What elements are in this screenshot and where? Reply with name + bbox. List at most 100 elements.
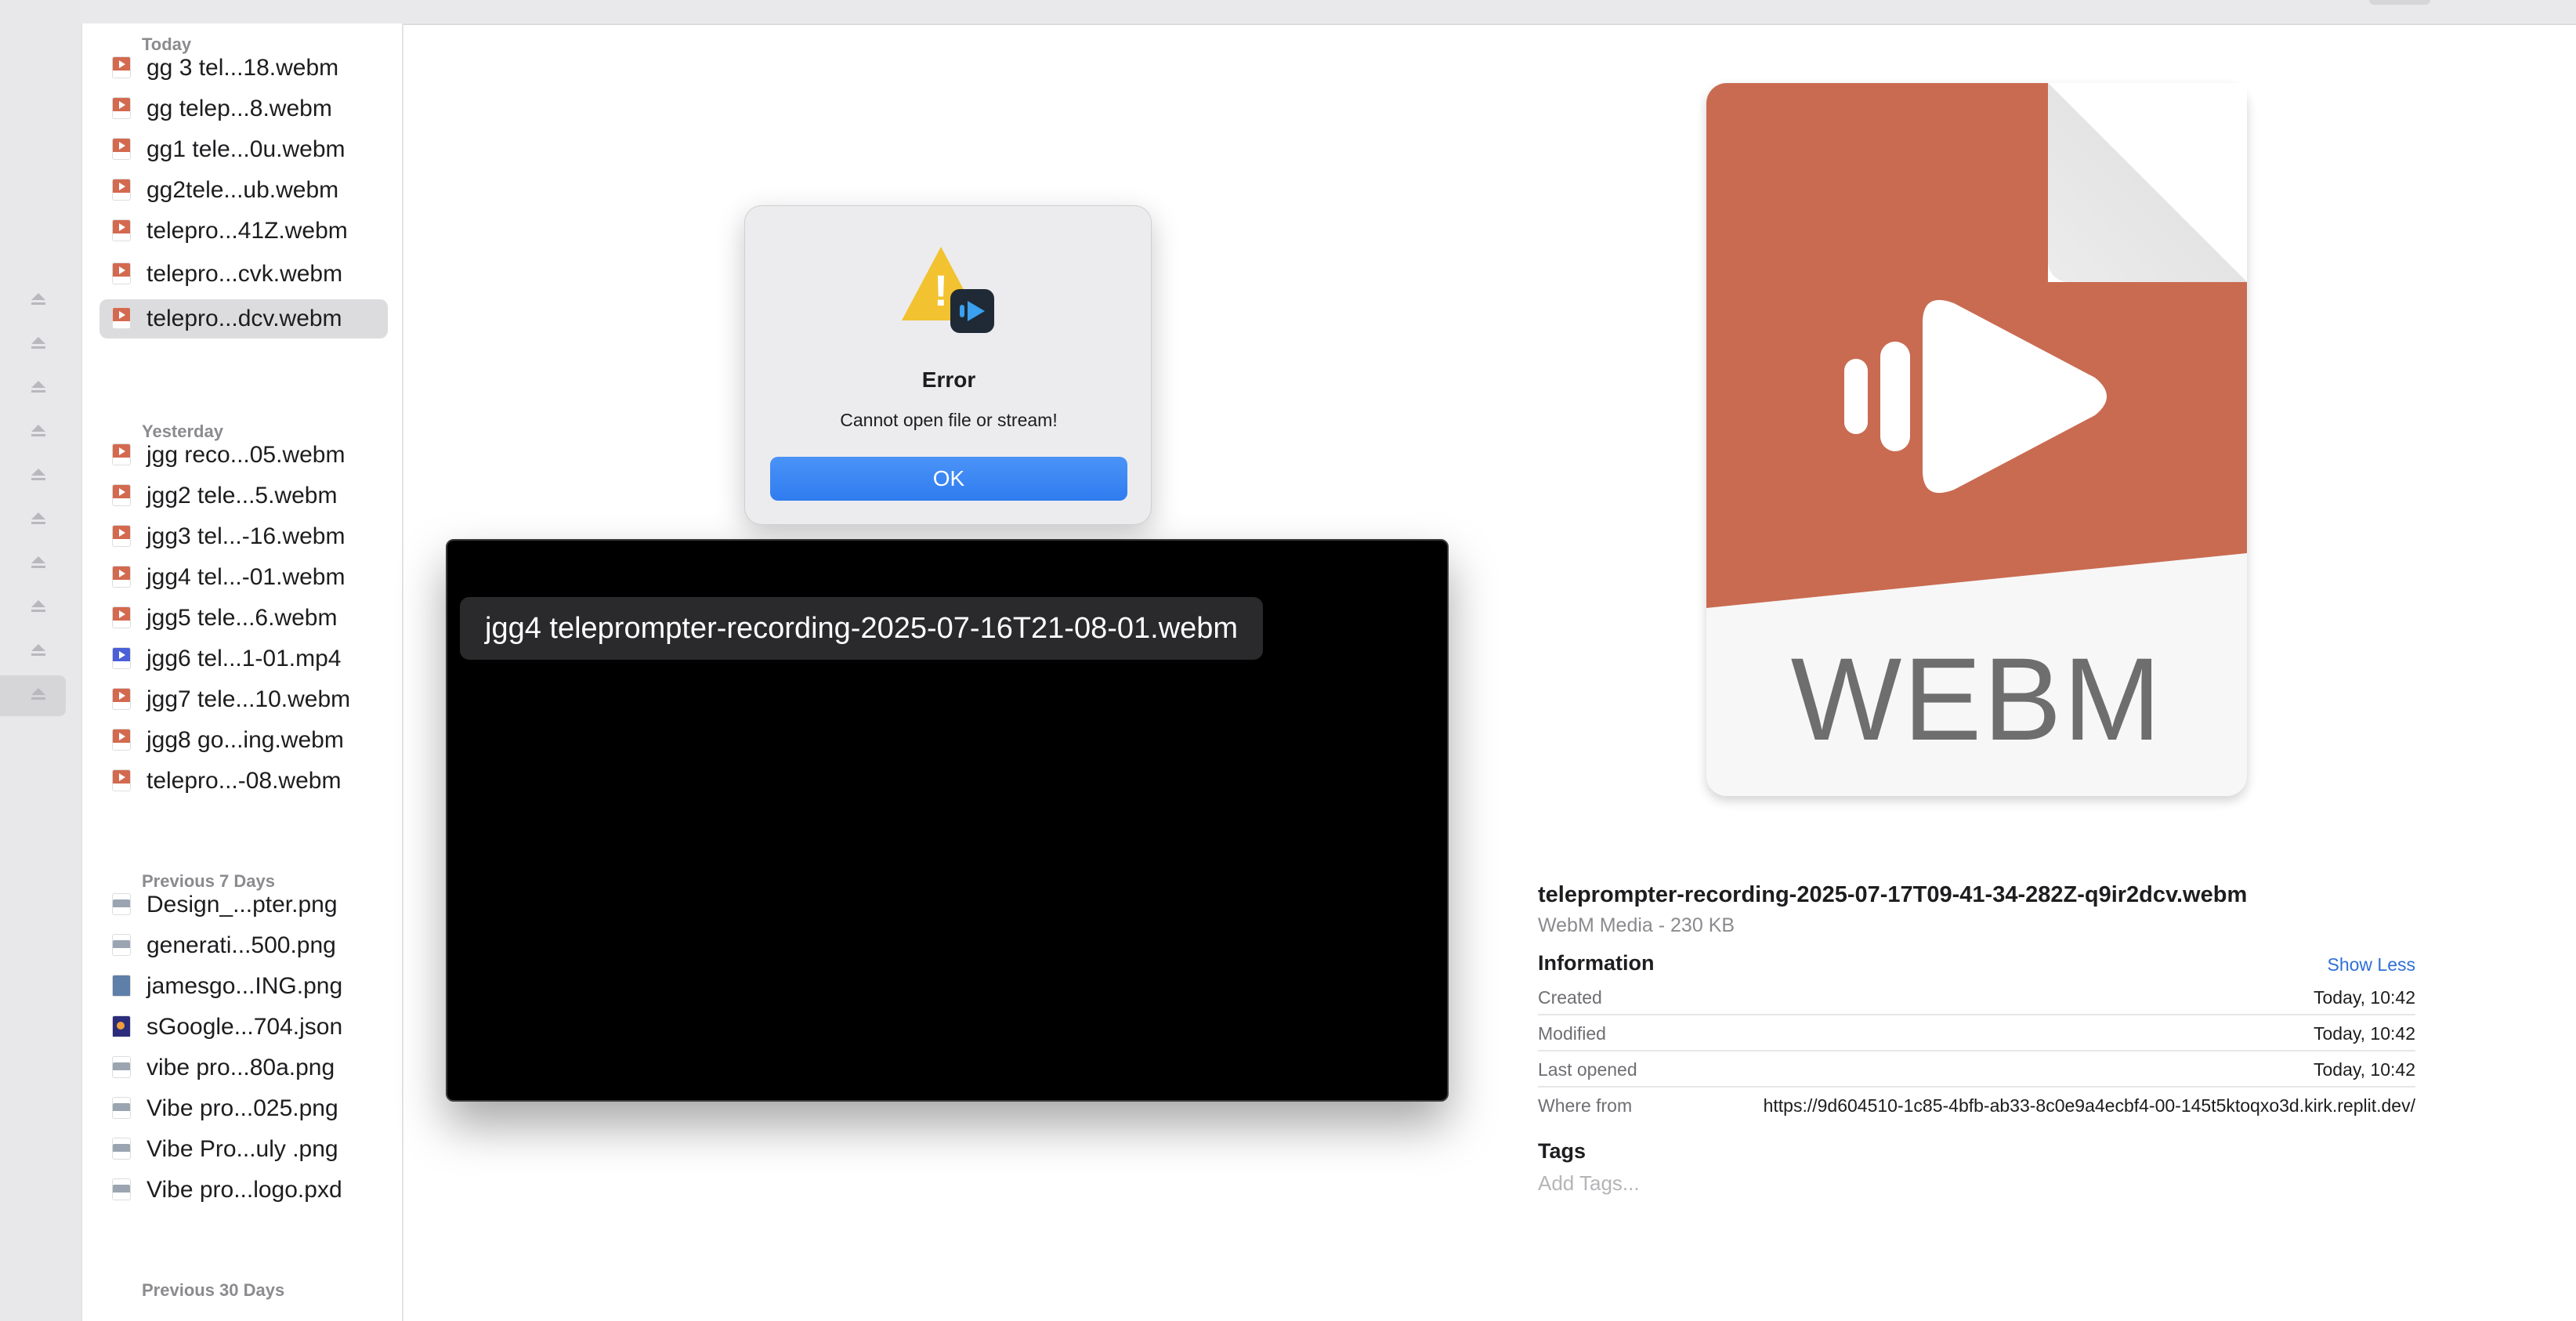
file-icon xyxy=(112,525,131,547)
show-less-button[interactable]: Show Less xyxy=(2327,954,2415,975)
info-row: Modified Today, 10:42 xyxy=(1538,1015,2415,1051)
info-row: Last opened Today, 10:42 xyxy=(1538,1051,2415,1088)
file-name: gg1 tele...0u.webm xyxy=(147,136,346,162)
file-list-item[interactable]: Vibe pro...025.png xyxy=(99,1089,388,1128)
eject-icon[interactable] xyxy=(30,425,47,439)
file-list-item[interactable]: Vibe Pro...uly .png xyxy=(99,1130,388,1169)
information-heading: Information xyxy=(1538,951,1655,975)
file-icon xyxy=(112,1056,131,1078)
file-list-item[interactable]: jgg6 tel...1-01.mp4 xyxy=(99,639,388,679)
file-name: jamesgo...ING.png xyxy=(147,973,343,999)
file-list-item[interactable]: sGoogle...704.json xyxy=(99,1008,388,1047)
info-value: Today, 10:42 xyxy=(2313,1059,2415,1080)
info-value[interactable]: https://9d604510-1c85-4bfb-ab33-8c0e9a4e… xyxy=(1764,1095,2415,1117)
file-list-item[interactable]: jgg reco...05.webm xyxy=(99,436,388,475)
file-list-item[interactable]: telepro...dcv.webm xyxy=(99,299,388,338)
file-list-item[interactable]: jgg8 go...ing.webm xyxy=(99,721,388,760)
video-player-window[interactable]: jgg4 teleprompter-recording-2025-07-16T2… xyxy=(446,539,1449,1102)
file-title: teleprompter-recording-2025-07-17T09-41-… xyxy=(1538,882,2248,907)
eject-icon[interactable] xyxy=(30,293,47,307)
file-icon xyxy=(112,1178,131,1200)
file-icon xyxy=(112,606,131,628)
file-icon xyxy=(112,262,131,284)
file-list-item[interactable]: jgg2 tele...5.webm xyxy=(99,476,388,516)
eject-icon[interactable] xyxy=(30,644,47,658)
info-row: Created Today, 10:42 xyxy=(1538,979,2415,1015)
file-list-item[interactable]: Vibe pro...logo.pxd xyxy=(99,1171,388,1210)
file-name: Vibe pro...025.png xyxy=(147,1095,338,1121)
file-list-item[interactable]: jgg4 tel...-01.webm xyxy=(99,558,388,597)
file-list-item[interactable]: gg1 tele...0u.webm xyxy=(99,130,388,169)
file-name: jgg5 tele...6.webm xyxy=(147,605,338,631)
page-fold xyxy=(2048,83,2247,282)
window-toolbar xyxy=(0,0,2576,25)
file-list-item[interactable]: gg telep...8.webm xyxy=(99,89,388,128)
file-list-item[interactable]: jamesgo...ING.png xyxy=(99,967,388,1006)
player-app-icon xyxy=(950,289,994,333)
info-key: Modified xyxy=(1538,1023,1606,1044)
section-header: Previous 30 Days xyxy=(142,1280,285,1300)
file-name: jgg8 go...ing.webm xyxy=(147,727,344,753)
file-list-item[interactable]: jgg3 tel...-16.webm xyxy=(99,517,388,556)
file-list-item[interactable]: gg 3 tel...18.webm xyxy=(99,49,388,88)
file-icon xyxy=(112,138,131,160)
file-list: Today gg 3 tel...18.webm gg telep...8.webm… xyxy=(81,24,403,1321)
file-name: jgg7 tele...10.webm xyxy=(147,686,351,712)
file-name: Vibe pro...logo.pxd xyxy=(147,1177,342,1203)
file-name: telepro...cvk.webm xyxy=(147,261,343,287)
file-list-item[interactable]: Design_...pter.png xyxy=(99,885,388,925)
file-icon xyxy=(112,688,131,710)
tags-heading: Tags xyxy=(1538,1139,1586,1163)
eject-icon[interactable] xyxy=(30,556,47,570)
file-list-item[interactable]: gg2tele...ub.webm xyxy=(99,171,388,210)
file-list-item[interactable]: telepro...41Z.webm xyxy=(99,212,388,251)
file-list-item[interactable]: jgg5 tele...6.webm xyxy=(99,599,388,638)
file-name: Design_...pter.png xyxy=(147,892,338,917)
file-name: vibe pro...80a.png xyxy=(147,1055,335,1080)
eject-icon[interactable] xyxy=(30,512,47,527)
file-list-item[interactable]: vibe pro...80a.png xyxy=(99,1048,388,1088)
add-tags-field[interactable]: Add Tags... xyxy=(1538,1171,2415,1196)
file-icon xyxy=(112,769,131,791)
finder-sidebar xyxy=(0,0,81,1321)
file-kind-size: WebM Media - 230 KB xyxy=(1538,914,1735,936)
file-list-item[interactable]: jgg7 tele...10.webm xyxy=(99,680,388,719)
eject-icon[interactable] xyxy=(30,337,47,351)
info-key: Where from xyxy=(1538,1095,1633,1116)
file-name: gg telep...8.webm xyxy=(147,96,332,121)
file-name: gg2tele...ub.webm xyxy=(147,177,339,203)
file-list-item[interactable]: telepro...cvk.webm xyxy=(99,255,388,294)
file-name: jgg2 tele...5.webm xyxy=(147,483,338,508)
file-icon xyxy=(112,97,131,119)
file-name: Vibe Pro...uly .png xyxy=(147,1136,338,1162)
file-name: jgg3 tel...-16.webm xyxy=(147,523,346,549)
eject-icon[interactable] xyxy=(30,688,47,702)
file-icon xyxy=(112,179,131,201)
eject-icon[interactable] xyxy=(30,600,47,614)
file-list-item[interactable]: generati...500.png xyxy=(99,926,388,965)
toolbar-button[interactable] xyxy=(2369,0,2430,5)
play-icon xyxy=(1844,299,2107,494)
ok-button[interactable]: OK xyxy=(770,457,1127,501)
file-name: jgg6 tel...1-01.mp4 xyxy=(147,646,342,671)
file-list-item[interactable]: telepro...-08.webm xyxy=(99,762,388,801)
info-value: Today, 10:42 xyxy=(2313,1023,2415,1044)
file-icon xyxy=(112,1138,131,1160)
file-name: sGoogle...704.json xyxy=(147,1014,343,1040)
info-panel: teleprompter-recording-2025-07-17T09-41-… xyxy=(1538,882,2415,1196)
file-name: jgg4 tel...-01.webm xyxy=(147,564,346,590)
file-icon xyxy=(112,1015,131,1037)
file-icon xyxy=(112,647,131,669)
eject-icon[interactable] xyxy=(30,469,47,483)
info-value: Today, 10:42 xyxy=(2313,987,2415,1008)
file-icon xyxy=(112,443,131,465)
eject-icon[interactable] xyxy=(30,381,47,395)
file-icon xyxy=(112,893,131,915)
file-icon xyxy=(112,1097,131,1119)
file-name: gg 3 tel...18.webm xyxy=(147,55,339,81)
file-icon xyxy=(112,307,131,329)
file-name: telepro...-08.webm xyxy=(147,768,342,794)
file-icon xyxy=(112,934,131,956)
dialog-title: Error xyxy=(921,367,976,392)
file-icon xyxy=(112,56,131,78)
